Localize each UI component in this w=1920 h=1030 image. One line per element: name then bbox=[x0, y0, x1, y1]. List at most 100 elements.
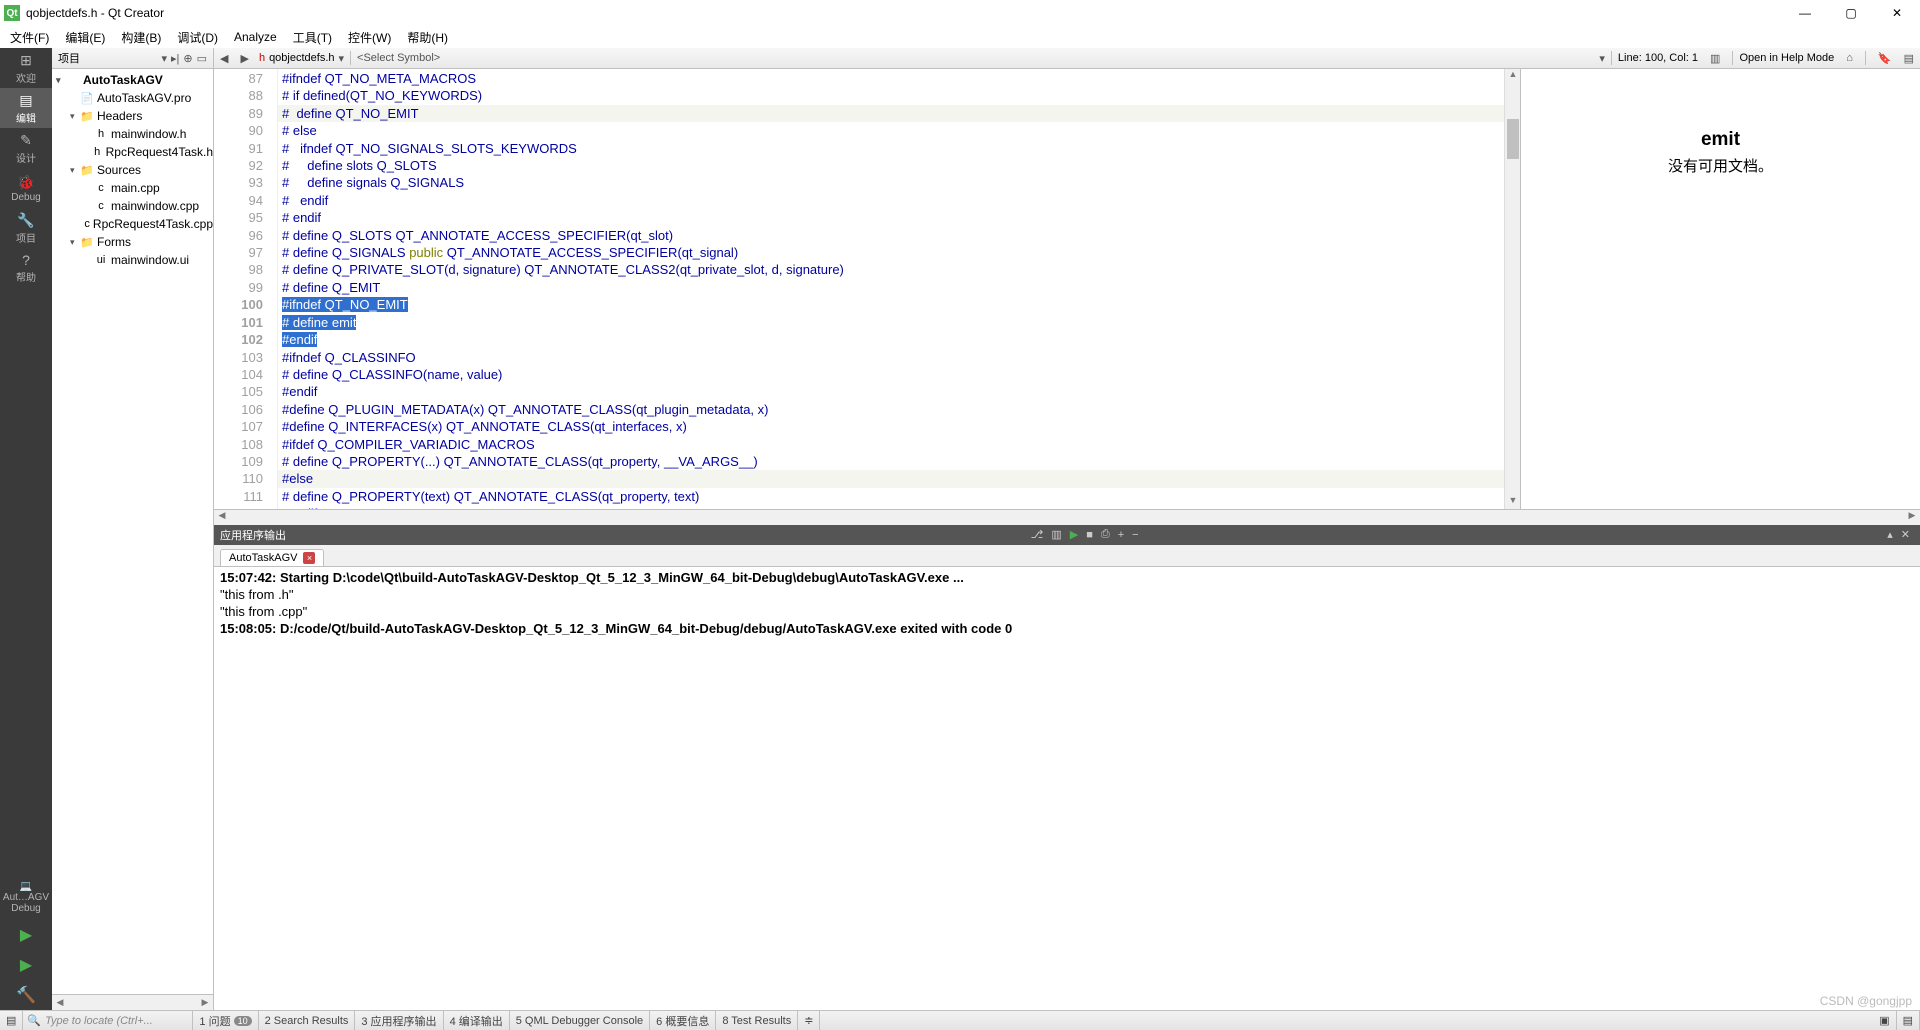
output-settings-icon[interactable]: ▥ bbox=[1051, 528, 1061, 541]
center-column: ◀ ▶ h qobjectdefs.h ▾ <Select Symbol> ▾ … bbox=[214, 48, 1920, 1010]
statusbar-item[interactable]: 4 编译输出 bbox=[444, 1011, 510, 1030]
menu-item[interactable]: Analyze bbox=[226, 30, 285, 44]
project-sync-icon[interactable]: ⊕ bbox=[183, 52, 192, 65]
help-panel: emit 没有可用文档。 bbox=[1520, 69, 1920, 509]
build-button[interactable]: 🔨 bbox=[0, 980, 52, 1010]
line-number-gutter: 8788899091929394959697989910010110210310… bbox=[214, 69, 278, 509]
run-debug-button[interactable]: ▶ bbox=[0, 950, 52, 980]
project-filter-icon[interactable]: ▸| bbox=[171, 52, 179, 65]
locator-placeholder: Type to locate (Ctrl+... bbox=[45, 1015, 153, 1027]
editor-header: ◀ ▶ h qobjectdefs.h ▾ <Select Symbol> ▾ … bbox=[214, 48, 1920, 69]
watermark: CSDN @gongjpp bbox=[1820, 994, 1912, 1008]
mode-帮助[interactable]: ?帮助 bbox=[0, 248, 52, 288]
window-title: qobjectdefs.h - Qt Creator bbox=[26, 6, 1916, 20]
tree-item[interactable]: uimainwindow.ui bbox=[52, 251, 213, 269]
maximize-button[interactable]: ▢ bbox=[1828, 0, 1874, 26]
output-tab[interactable]: AutoTaskAGV × bbox=[220, 549, 324, 566]
output-stop-icon[interactable]: ■ bbox=[1086, 529, 1093, 541]
editor-hscrollbar[interactable]: ◀▶ bbox=[214, 509, 1920, 525]
close-button[interactable]: ✕ bbox=[1874, 0, 1920, 26]
titlebar: Qt qobjectdefs.h - Qt Creator bbox=[0, 0, 1920, 26]
statusbar-item[interactable]: 3 应用程序输出 bbox=[355, 1011, 443, 1030]
tree-item[interactable]: ▾AutoTaskAGV bbox=[52, 71, 213, 89]
statusbar-item[interactable]: 6 概要信息 bbox=[650, 1011, 716, 1030]
home-icon[interactable]: ⌂ bbox=[1840, 52, 1859, 64]
tree-item[interactable]: ▾📁Sources bbox=[52, 161, 213, 179]
open-help-mode[interactable]: Open in Help Mode bbox=[1739, 52, 1834, 64]
statusbar-item[interactable]: 8 Test Results bbox=[716, 1011, 798, 1030]
nav-forward-icon[interactable]: ▶ bbox=[234, 52, 254, 65]
mode-sidebar: ⊞欢迎▤编辑✎设计🐞Debug🔧项目?帮助 💻Aut…AGVDebug▶▶🔨 bbox=[0, 48, 52, 1010]
nav-back-icon[interactable]: ◀ bbox=[214, 52, 234, 65]
tree-item[interactable]: hRpcRequest4Task.h bbox=[52, 143, 213, 161]
output-add-icon[interactable]: + bbox=[1118, 529, 1124, 541]
menu-item[interactable]: 编辑(E) bbox=[57, 29, 113, 46]
progress-icon[interactable]: ▣ bbox=[1873, 1011, 1896, 1030]
mode-设计[interactable]: ✎设计 bbox=[0, 128, 52, 168]
close-help-icon[interactable]: ▤ bbox=[1898, 52, 1920, 65]
tree-item[interactable]: 📄AutoTaskAGV.pro bbox=[52, 89, 213, 107]
split-icon[interactable]: ▥ bbox=[1704, 52, 1726, 65]
mode-编辑[interactable]: ▤编辑 bbox=[0, 88, 52, 128]
menu-item[interactable]: 构建(B) bbox=[113, 29, 169, 46]
statusbar-item[interactable]: 2 Search Results bbox=[259, 1011, 356, 1030]
toggle-sidebar-icon[interactable]: ▤ bbox=[0, 1011, 23, 1030]
tree-item[interactable]: ▾📁Forms bbox=[52, 233, 213, 251]
menu-item[interactable]: 文件(F) bbox=[2, 29, 57, 46]
project-panel-title: 项目 bbox=[58, 50, 157, 66]
output-run-icon[interactable]: ▶ bbox=[1070, 528, 1078, 541]
output-line: 15:07:42: Starting D:\code\Qt\build-Auto… bbox=[220, 569, 1914, 586]
tree-item[interactable]: hmainwindow.h bbox=[52, 125, 213, 143]
project-dropdown-icon[interactable]: ▾ bbox=[161, 52, 167, 65]
main-area: ⊞欢迎▤编辑✎设计🐞Debug🔧项目?帮助 💻Aut…AGVDebug▶▶🔨 项… bbox=[0, 48, 1920, 1010]
file-icon: h bbox=[259, 52, 265, 64]
minimize-button[interactable]: — bbox=[1782, 0, 1828, 26]
search-icon: 🔍 bbox=[27, 1014, 41, 1027]
output-maximize-icon[interactable]: ▴ bbox=[1887, 528, 1893, 541]
project-panel-header: 项目 ▾ ▸| ⊕ ▭ bbox=[52, 48, 213, 69]
symbol-selector[interactable]: <Select Symbol> bbox=[357, 52, 440, 64]
project-tree[interactable]: ▾AutoTaskAGV📄AutoTaskAGV.pro▾📁Headershma… bbox=[52, 69, 213, 994]
mode-Debug[interactable]: 🐞Debug bbox=[0, 168, 52, 208]
tree-item[interactable]: cRpcRequest4Task.cpp bbox=[52, 215, 213, 233]
window-controls: — ▢ ✕ bbox=[1782, 0, 1920, 26]
output-remove-icon[interactable]: − bbox=[1132, 529, 1138, 541]
mode-欢迎[interactable]: ⊞欢迎 bbox=[0, 48, 52, 88]
file-dropdown-icon[interactable]: ▾ bbox=[339, 52, 345, 65]
editor-vscrollbar[interactable]: ▲ ▼ bbox=[1504, 69, 1520, 509]
statusbar-more-icon[interactable]: ≑ bbox=[798, 1011, 820, 1030]
menubar: 文件(F)编辑(E)构建(B)调试(D)Analyze工具(T)控件(W)帮助(… bbox=[0, 26, 1920, 48]
menu-item[interactable]: 工具(T) bbox=[285, 29, 340, 46]
code-content[interactable]: #ifndef QT_NO_META_MACROS# if defined(QT… bbox=[278, 69, 1504, 509]
editor-filename[interactable]: qobjectdefs.h bbox=[269, 52, 334, 64]
kit-selector[interactable]: 💻Aut…AGVDebug bbox=[1, 875, 51, 920]
tree-item[interactable]: cmainwindow.cpp bbox=[52, 197, 213, 215]
app-icon: Qt bbox=[4, 5, 20, 21]
output-header: 应用程序输出 ⎇ ▥ ▶ ■ ⎙ + − ▴ ✕ bbox=[214, 525, 1920, 545]
locator-input[interactable]: 🔍 Type to locate (Ctrl+... bbox=[23, 1011, 193, 1030]
project-hscrollbar[interactable]: ◀▶ bbox=[52, 994, 213, 1010]
toggle-right-sidebar-icon[interactable]: ▤ bbox=[1897, 1011, 1920, 1030]
symbol-dropdown-icon[interactable]: ▾ bbox=[1599, 52, 1605, 65]
run-button[interactable]: ▶ bbox=[0, 920, 52, 950]
output-tab-close-icon[interactable]: × bbox=[303, 552, 315, 564]
mode-项目[interactable]: 🔧项目 bbox=[0, 208, 52, 248]
project-split-icon[interactable]: ▭ bbox=[197, 52, 207, 65]
output-body[interactable]: 15:07:42: Starting D:\code\Qt\build-Auto… bbox=[214, 567, 1920, 1011]
output-title: 应用程序输出 bbox=[220, 527, 286, 543]
menu-item[interactable]: 调试(D) bbox=[169, 29, 226, 46]
menu-item[interactable]: 帮助(H) bbox=[399, 29, 456, 46]
statusbar-item[interactable]: 1 问题 10 bbox=[193, 1011, 258, 1030]
output-close-icon[interactable]: ✕ bbox=[1901, 528, 1910, 541]
menu-item[interactable]: 控件(W) bbox=[340, 29, 399, 46]
tree-item[interactable]: ▾📁Headers bbox=[52, 107, 213, 125]
output-filter-icon[interactable]: ⎇ bbox=[1031, 528, 1044, 541]
output-attach-icon[interactable]: ⎙ bbox=[1101, 528, 1110, 541]
statusbar-item[interactable]: 5 QML Debugger Console bbox=[510, 1011, 650, 1030]
output-line: "this from .cpp" bbox=[220, 603, 1914, 620]
tree-item[interactable]: cmain.cpp bbox=[52, 179, 213, 197]
project-panel: 项目 ▾ ▸| ⊕ ▭ ▾AutoTaskAGV📄AutoTaskAGV.pro… bbox=[52, 48, 214, 1010]
code-editor[interactable]: 8788899091929394959697989910010110210310… bbox=[214, 69, 1520, 509]
bookmark-icon[interactable]: 🔖 bbox=[1872, 52, 1898, 65]
output-tab-row: AutoTaskAGV × bbox=[214, 545, 1920, 567]
